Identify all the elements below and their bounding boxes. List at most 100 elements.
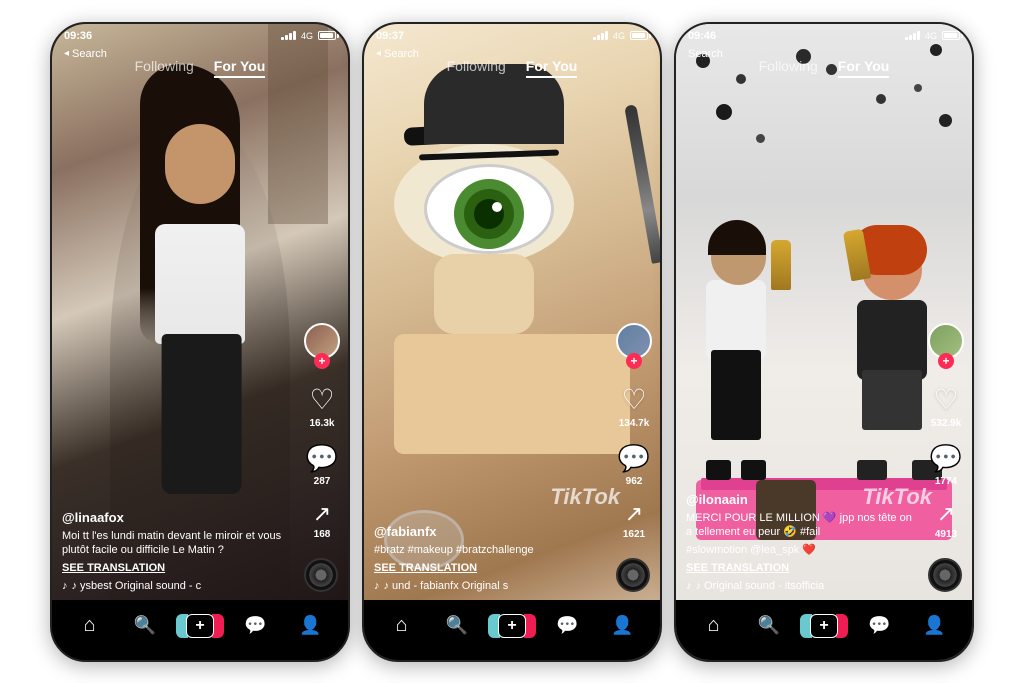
status-time-3: 09:46 bbox=[688, 30, 716, 42]
comment-button-3[interactable]: 💬 1774 bbox=[930, 443, 962, 487]
tab-following-2[interactable]: Following bbox=[447, 58, 506, 78]
follow-button-1[interactable]: + bbox=[314, 353, 330, 369]
heart-icon-2: ♡ bbox=[621, 383, 646, 416]
comment-count-2: 962 bbox=[626, 476, 643, 487]
share-icon-3: ↗ bbox=[937, 501, 955, 527]
nav-add-1[interactable]: + bbox=[172, 614, 227, 638]
nav-profile-1[interactable]: 👤 bbox=[283, 615, 338, 636]
share-button-1[interactable]: ↗ 168 bbox=[313, 501, 331, 540]
tab-following-3[interactable]: Following bbox=[759, 58, 818, 78]
inbox-icon-3: 💬 bbox=[868, 615, 890, 636]
heart-icon-1: ♡ bbox=[309, 383, 334, 416]
nav-inbox-2[interactable]: 💬 bbox=[540, 615, 595, 636]
share-count-1: 168 bbox=[314, 529, 331, 540]
follow-button-3[interactable]: + bbox=[938, 353, 954, 369]
phone-2: TikTok 09:37 4G bbox=[362, 22, 662, 662]
comment-icon-3: 💬 bbox=[930, 443, 962, 474]
network-label-1: 4G bbox=[301, 31, 313, 41]
see-translation-3[interactable]: SEE TRANSLATION bbox=[686, 562, 917, 574]
search-nav-icon-1: 🔍 bbox=[134, 615, 156, 636]
share-count-2: 1621 bbox=[623, 529, 645, 540]
nav-home-1[interactable]: ⌂ bbox=[62, 614, 117, 637]
tab-foryou-1[interactable]: For You bbox=[214, 58, 266, 78]
nav-add-3[interactable]: + bbox=[796, 614, 851, 638]
bottom-info-2: @fabianfx #bratz #makeup #bratzchallenge… bbox=[374, 524, 605, 591]
sound-text-3: ♪ Original sound - itsofficia bbox=[696, 580, 825, 592]
share-count-3: 4913 bbox=[935, 529, 957, 540]
music-note-2: ♪ bbox=[374, 580, 380, 592]
username-3[interactable]: @ilonaain bbox=[686, 492, 917, 507]
vinyl-1 bbox=[304, 558, 338, 592]
nav-add-2[interactable]: + bbox=[484, 614, 539, 638]
share-button-2[interactable]: ↗ 1621 bbox=[623, 501, 645, 540]
comment-icon-2: 💬 bbox=[618, 443, 650, 474]
right-actions-2: + ♡ 134.7k 💬 962 ↗ 1621 bbox=[616, 323, 652, 540]
status-icons-3: 4G bbox=[905, 31, 960, 41]
like-count-1: 16.3k bbox=[309, 418, 334, 429]
sound-info-2: ♪ ♪ und - fabianfx Original s bbox=[374, 580, 605, 592]
comment-button-2[interactable]: 💬 962 bbox=[618, 443, 650, 487]
nav-profile-2[interactable]: 👤 bbox=[595, 615, 650, 636]
comment-icon-1: 💬 bbox=[306, 443, 338, 474]
nav-tabs-2: Following For You bbox=[364, 58, 660, 78]
sound-info-1: ♪ ♪ ysbest Original sound - c bbox=[62, 580, 293, 592]
share-icon-2: ↗ bbox=[625, 501, 643, 527]
heart-icon-3: ♡ bbox=[933, 383, 958, 416]
nav-inbox-3[interactable]: 💬 bbox=[852, 615, 907, 636]
share-button-3[interactable]: ↗ 4913 bbox=[935, 501, 957, 540]
username-1[interactable]: @linaafox bbox=[62, 510, 293, 525]
nav-home-2[interactable]: ⌂ bbox=[374, 614, 429, 637]
right-actions-1: + ♡ 16.3k 💬 287 ↗ 168 bbox=[304, 323, 340, 540]
avatar-container-1[interactable]: + bbox=[304, 323, 340, 369]
inbox-icon-1: 💬 bbox=[244, 615, 266, 636]
nav-tabs-3: Following For You bbox=[676, 58, 972, 78]
bottom-info-1: @linaafox Moi tt l'es lundi matin devant… bbox=[62, 510, 293, 592]
status-bar-2: 09:37 4G bbox=[364, 24, 660, 48]
nav-tabs-1: Following For You bbox=[52, 58, 348, 78]
battery-icon-3 bbox=[942, 31, 960, 40]
battery-icon-1 bbox=[318, 31, 336, 40]
like-count-3: 532.9k bbox=[931, 418, 962, 429]
phones-container: 09:36 4G ◂ Search bbox=[0, 0, 1024, 683]
nav-search-1[interactable]: 🔍 bbox=[117, 615, 172, 636]
home-icon-1: ⌂ bbox=[84, 614, 96, 637]
caption-1: Moi tt l'es lundi matin devant le miroir… bbox=[62, 529, 293, 558]
nav-inbox-1[interactable]: 💬 bbox=[228, 615, 283, 636]
follow-button-2[interactable]: + bbox=[626, 353, 642, 369]
like-button-3[interactable]: ♡ 532.9k bbox=[931, 383, 962, 429]
inbox-icon-2: 💬 bbox=[556, 615, 578, 636]
like-button-2[interactable]: ♡ 134.7k bbox=[619, 383, 650, 429]
nav-search-3[interactable]: 🔍 bbox=[741, 615, 796, 636]
nav-home-3[interactable]: ⌂ bbox=[686, 614, 741, 637]
status-bar-3: 09:46 4G bbox=[676, 24, 972, 48]
nav-search-2[interactable]: 🔍 bbox=[429, 615, 484, 636]
sound-text-2: ♪ und - fabianfx Original s bbox=[384, 580, 509, 592]
comment-button-1[interactable]: 💬 287 bbox=[306, 443, 338, 487]
tab-foryou-2[interactable]: For You bbox=[526, 58, 578, 78]
avatar-container-3[interactable]: + bbox=[928, 323, 964, 369]
tab-foryou-3[interactable]: For You bbox=[838, 58, 890, 78]
comment-count-3: 1774 bbox=[935, 476, 957, 487]
see-translation-2[interactable]: SEE TRANSLATION bbox=[374, 562, 605, 574]
see-translation-1[interactable]: SEE TRANSLATION bbox=[62, 562, 293, 574]
tab-following-1[interactable]: Following bbox=[135, 58, 194, 78]
phone-1: 09:36 4G ◂ Search bbox=[50, 22, 350, 662]
caption3-2: #slowmotion @lea_spk ❤️ bbox=[686, 543, 917, 557]
bottom-nav-2: ⌂ 🔍 + 💬 👤 bbox=[364, 600, 660, 660]
battery-icon-2 bbox=[630, 31, 648, 40]
signal-icon-3 bbox=[905, 31, 920, 40]
status-time-2: 09:37 bbox=[376, 30, 404, 42]
nav-profile-3[interactable]: 👤 bbox=[907, 615, 962, 636]
like-count-2: 134.7k bbox=[619, 418, 650, 429]
like-button-1[interactable]: ♡ 16.3k bbox=[309, 383, 334, 429]
share-icon-1: ↗ bbox=[313, 501, 331, 527]
signal-icon-2 bbox=[593, 31, 608, 40]
bottom-info-3: @ilonaain MERCI POUR LE MILLION 💜 jpp no… bbox=[686, 492, 917, 592]
search-nav-icon-3: 🔍 bbox=[758, 615, 780, 636]
username-2[interactable]: @fabianfx bbox=[374, 524, 605, 539]
home-icon-3: ⌂ bbox=[708, 614, 720, 637]
status-time-1: 09:36 bbox=[64, 30, 92, 42]
avatar-container-2[interactable]: + bbox=[616, 323, 652, 369]
caption-2: #bratz #makeup #bratzchallenge bbox=[374, 543, 605, 557]
comment-count-1: 287 bbox=[314, 476, 331, 487]
